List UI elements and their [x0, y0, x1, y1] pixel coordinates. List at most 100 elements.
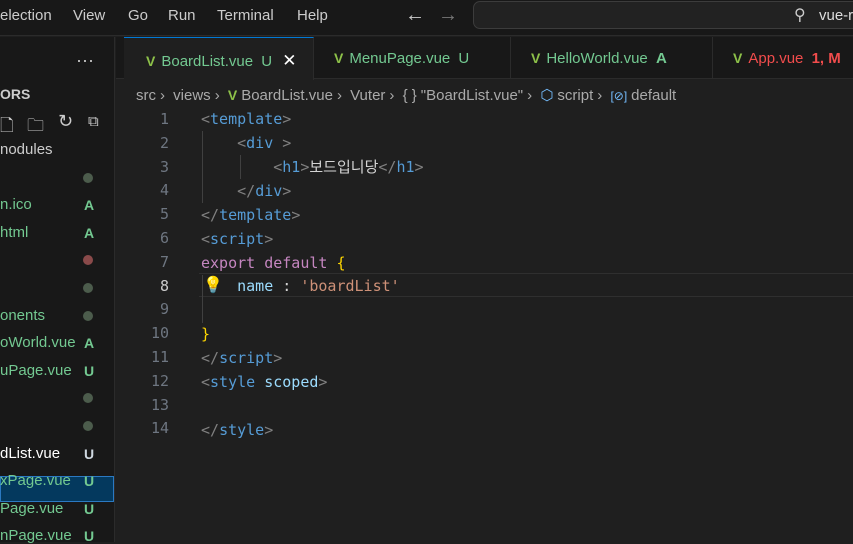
code-token: scoped [264, 373, 319, 391]
menu-selection[interactable]: election [0, 7, 52, 24]
crumb-vuter[interactable]: Vuter [350, 87, 385, 104]
git-status-badge: A [84, 197, 95, 214]
breadcrumb: src › views › V BoardList.vue › Vuter › { } "B… [136, 87, 677, 104]
file-tree-item[interactable]: html [0, 224, 28, 241]
code-token: 'boardList' [300, 277, 400, 295]
cube-icon: ⬡ [540, 87, 554, 104]
menu-view[interactable]: View [73, 7, 105, 24]
line-number: 14 [150, 419, 169, 438]
git-status-badge: A [84, 335, 95, 352]
file-tree-item[interactable]: n.ico [0, 196, 32, 213]
file-tree-item[interactable]: nodules [0, 141, 53, 158]
code-line-6: <script> [201, 230, 274, 248]
tab-label: BoardList.vue [161, 53, 254, 70]
code-line-5: </template> [201, 206, 301, 224]
line-number: 13 [150, 395, 169, 414]
crumb-file[interactable]: BoardList.vue [241, 87, 333, 104]
crumb-module[interactable]: "BoardList.vue" [421, 87, 523, 104]
line-number: 11 [150, 348, 169, 366]
line-number: 8 [159, 276, 169, 295]
back-arrow-icon[interactable]: ← [405, 4, 425, 27]
tab-app[interactable]: V App.vue 1, M [713, 37, 853, 79]
git-status-dot [83, 421, 93, 431]
tab-label: App.vue [748, 50, 804, 67]
vue-file-icon: V [227, 87, 238, 103]
code-token: div [255, 182, 283, 200]
command-center-search[interactable]: ⚲ vue-r [473, 1, 853, 29]
vue-file-icon: V [146, 53, 156, 69]
open-editors-header[interactable]: ORS [0, 86, 30, 102]
file-tree-item[interactable]: oWorld.vue [0, 334, 76, 351]
menu-go[interactable]: Go [128, 7, 148, 24]
line-number: 3 [159, 157, 169, 176]
git-status-dot [83, 283, 93, 293]
new-folder-icon[interactable]: 🗀 [27, 113, 44, 142]
line-number: 2 [159, 133, 169, 152]
file-tree-item[interactable]: Page.vue [0, 500, 63, 517]
tab-status: 1, M [811, 50, 841, 67]
code-token: script [219, 349, 274, 367]
code-token: default [264, 254, 328, 272]
tab-label: HelloWorld.vue [546, 50, 648, 67]
file-tree-item[interactable]: dList.vue [0, 445, 60, 462]
crumb-default[interactable]: default [631, 87, 676, 104]
line-number: 4 [159, 181, 169, 200]
vue-file-icon: V [733, 50, 743, 66]
code-line-2: <div > [237, 134, 292, 152]
lightbulb-icon[interactable]: 💡 [203, 273, 223, 297]
forward-arrow-icon[interactable]: → [438, 4, 458, 27]
menu-run[interactable]: Run [168, 7, 196, 24]
code-token: script [210, 230, 265, 248]
search-text: vue-r [819, 7, 853, 24]
tab-helloworld[interactable]: V HelloWorld.vue A [511, 37, 713, 79]
collapse-all-icon[interactable]: ⧉ [88, 113, 99, 130]
variable-icon: [⊘] [610, 89, 628, 103]
crumb-script[interactable]: script [557, 87, 593, 104]
tab-boardlist[interactable]: V BoardList.vue U ✕ [124, 37, 314, 80]
code-line-8: name : 'boardList' [237, 277, 400, 295]
code-token: template [219, 206, 292, 224]
file-tree-item[interactable]: uPage.vue [0, 362, 72, 379]
tab-status: U [458, 50, 470, 67]
crumb-src[interactable]: src [136, 87, 156, 104]
line-number: 10 [150, 324, 169, 343]
code-token: template [210, 110, 283, 128]
code-token: h1 [282, 158, 301, 176]
code-line-1: <template> [201, 110, 292, 128]
explorer-sidebar: ··· ORS 🗋 🗀 ↻ ⧉ nodules n.ico Ahtml Aonents… [0, 37, 115, 544]
git-status-badge: U [84, 473, 95, 490]
line-number: 12 [150, 371, 169, 390]
line-number: 9 [159, 300, 169, 319]
code-token: div [246, 134, 274, 152]
code-line-10: } [201, 325, 211, 343]
code-token: h1 [396, 158, 415, 176]
close-icon[interactable]: ✕ [282, 51, 296, 70]
file-tree-item[interactable]: xPage.vue [0, 472, 71, 489]
tab-menupage[interactable]: V MenuPage.vue U [314, 37, 511, 79]
vue-file-icon: V [334, 50, 344, 66]
title-bar: election View Go Run Terminal Help ← → ⚲… [0, 0, 853, 36]
git-status-badge: U [84, 500, 95, 517]
git-status-badge: A [84, 224, 95, 241]
git-status-dot [83, 255, 93, 266]
file-tree-item[interactable]: onents [0, 307, 45, 324]
vue-file-icon: V [531, 50, 541, 66]
crumb-views[interactable]: views [173, 87, 211, 104]
code-token: 보드입니당 [309, 158, 379, 176]
tab-status: U [261, 53, 273, 70]
braces-icon: { } [402, 87, 417, 104]
editor-tabs: V BoardList.vue U ✕ V MenuPage.vue U V Hell… [116, 37, 853, 80]
more-actions-button[interactable]: ··· [76, 50, 94, 71]
git-status-badge: U [84, 445, 95, 462]
tab-status: A [655, 50, 667, 67]
line-number: 6 [159, 229, 169, 247]
menu-help[interactable]: Help [297, 7, 328, 24]
new-file-icon[interactable]: 🗋 [0, 113, 14, 142]
git-status-dot [83, 310, 93, 321]
search-icon: ⚲ [794, 7, 806, 24]
line-number: 7 [159, 252, 169, 271]
code-line-7: export default { [201, 254, 346, 272]
git-status-badge: U [84, 362, 95, 379]
refresh-icon[interactable]: ↻ [58, 111, 73, 132]
menu-terminal[interactable]: Terminal [217, 7, 274, 24]
